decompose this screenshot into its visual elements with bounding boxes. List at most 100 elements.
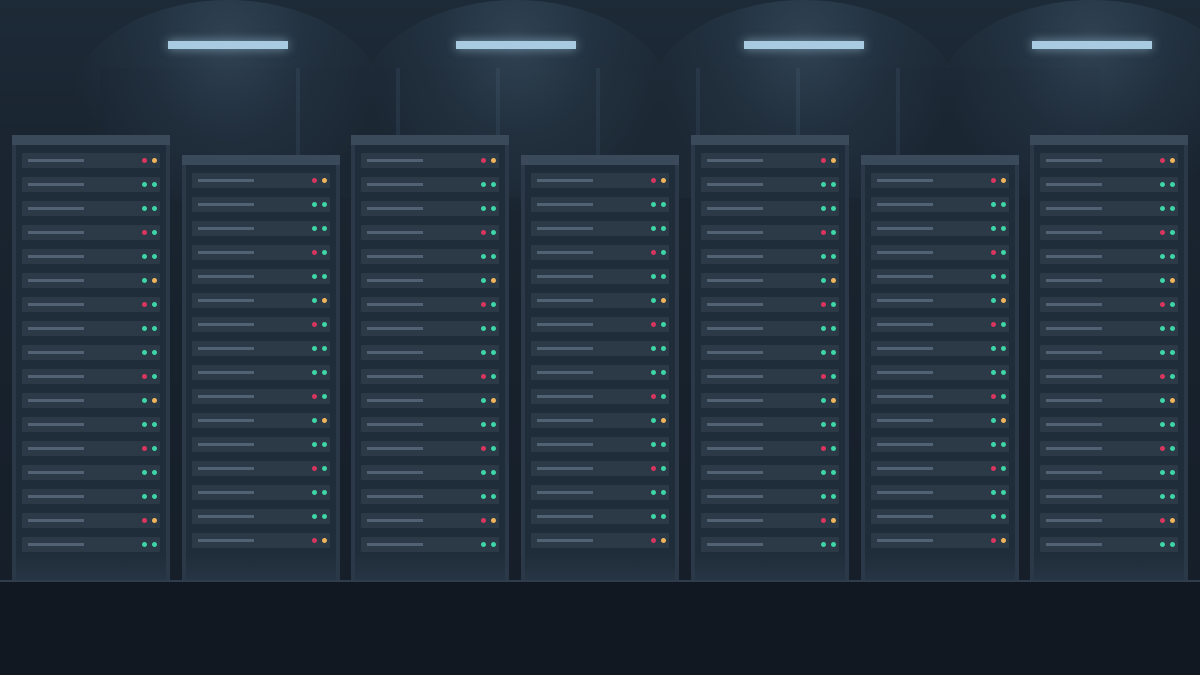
status-led: [312, 514, 317, 519]
unit-label-strip: [28, 351, 84, 354]
server-unit: [361, 225, 499, 240]
server-unit: [361, 177, 499, 192]
server-unit: [192, 221, 330, 236]
status-led: [1160, 254, 1165, 259]
rack-post: [861, 165, 865, 580]
server-unit: [1040, 537, 1178, 552]
unit-label-strip: [28, 471, 84, 474]
unit-label-strip: [877, 179, 933, 182]
server-unit: [192, 437, 330, 452]
unit-label-strip: [537, 419, 593, 422]
server-unit: [701, 249, 839, 264]
server-unit: [871, 173, 1009, 188]
status-led: [661, 442, 666, 447]
status-led: [821, 374, 826, 379]
server-rack: [1030, 135, 1188, 580]
status-led: [1170, 158, 1175, 163]
unit-label-strip: [537, 467, 593, 470]
status-led: [322, 394, 327, 399]
server-unit: [531, 173, 669, 188]
status-led: [651, 178, 656, 183]
unit-label-strip: [537, 539, 593, 542]
unit-label-strip: [1046, 471, 1102, 474]
status-led: [152, 230, 157, 235]
status-led: [1001, 394, 1006, 399]
status-led: [991, 226, 996, 231]
status-led: [821, 446, 826, 451]
unit-label-strip: [877, 395, 933, 398]
server-unit: [22, 465, 160, 480]
server-unit: [531, 245, 669, 260]
ceiling-light: [744, 41, 864, 49]
unit-label-strip: [707, 279, 763, 282]
status-led: [152, 302, 157, 307]
server-unit: [1040, 489, 1178, 504]
server-unit: [22, 369, 160, 384]
unit-label-strip: [198, 179, 254, 182]
server-unit: [361, 345, 499, 360]
server-unit: [871, 197, 1009, 212]
status-led: [1001, 202, 1006, 207]
status-led: [491, 182, 496, 187]
status-led: [312, 274, 317, 279]
status-led: [152, 422, 157, 427]
server-unit: [701, 225, 839, 240]
status-led: [481, 542, 486, 547]
status-led: [1160, 494, 1165, 499]
status-led: [661, 538, 666, 543]
server-unit: [871, 269, 1009, 284]
status-led: [821, 470, 826, 475]
status-led: [991, 346, 996, 351]
unit-label-strip: [367, 519, 423, 522]
status-led: [821, 326, 826, 331]
unit-label-strip: [537, 251, 593, 254]
server-unit: [1040, 201, 1178, 216]
unit-label-strip: [537, 491, 593, 494]
status-led: [661, 466, 666, 471]
unit-label-strip: [707, 351, 763, 354]
status-led: [142, 518, 147, 523]
unit-label-strip: [367, 207, 423, 210]
unit-label-strip: [28, 231, 84, 234]
ceiling-light: [168, 41, 288, 49]
status-led: [651, 466, 656, 471]
status-led: [831, 182, 836, 187]
server-unit: [531, 221, 669, 236]
server-rack: [691, 135, 849, 580]
status-led: [142, 182, 147, 187]
unit-label-strip: [537, 299, 593, 302]
rack-post: [505, 145, 509, 580]
status-led: [481, 158, 486, 163]
status-led: [481, 254, 486, 259]
server-unit: [531, 365, 669, 380]
unit-label-strip: [1046, 375, 1102, 378]
status-led: [831, 254, 836, 259]
status-led: [821, 494, 826, 499]
status-led: [1001, 370, 1006, 375]
status-led: [481, 398, 486, 403]
status-led: [661, 274, 666, 279]
server-unit: [701, 297, 839, 312]
unit-label-strip: [367, 279, 423, 282]
unit-label-strip: [877, 491, 933, 494]
status-led: [491, 350, 496, 355]
status-led: [152, 542, 157, 547]
status-led: [831, 302, 836, 307]
status-led: [1001, 538, 1006, 543]
status-led: [1160, 278, 1165, 283]
status-led: [661, 226, 666, 231]
status-led: [322, 274, 327, 279]
unit-label-strip: [707, 183, 763, 186]
status-led: [651, 298, 656, 303]
status-led: [1160, 302, 1165, 307]
status-led: [821, 206, 826, 211]
status-led: [152, 254, 157, 259]
server-unit: [22, 321, 160, 336]
server-unit: [871, 485, 1009, 500]
status-led: [1001, 298, 1006, 303]
status-led: [152, 470, 157, 475]
server-unit: [361, 153, 499, 168]
status-led: [481, 494, 486, 499]
unit-label-strip: [198, 491, 254, 494]
rack-base-glow: [695, 552, 845, 580]
